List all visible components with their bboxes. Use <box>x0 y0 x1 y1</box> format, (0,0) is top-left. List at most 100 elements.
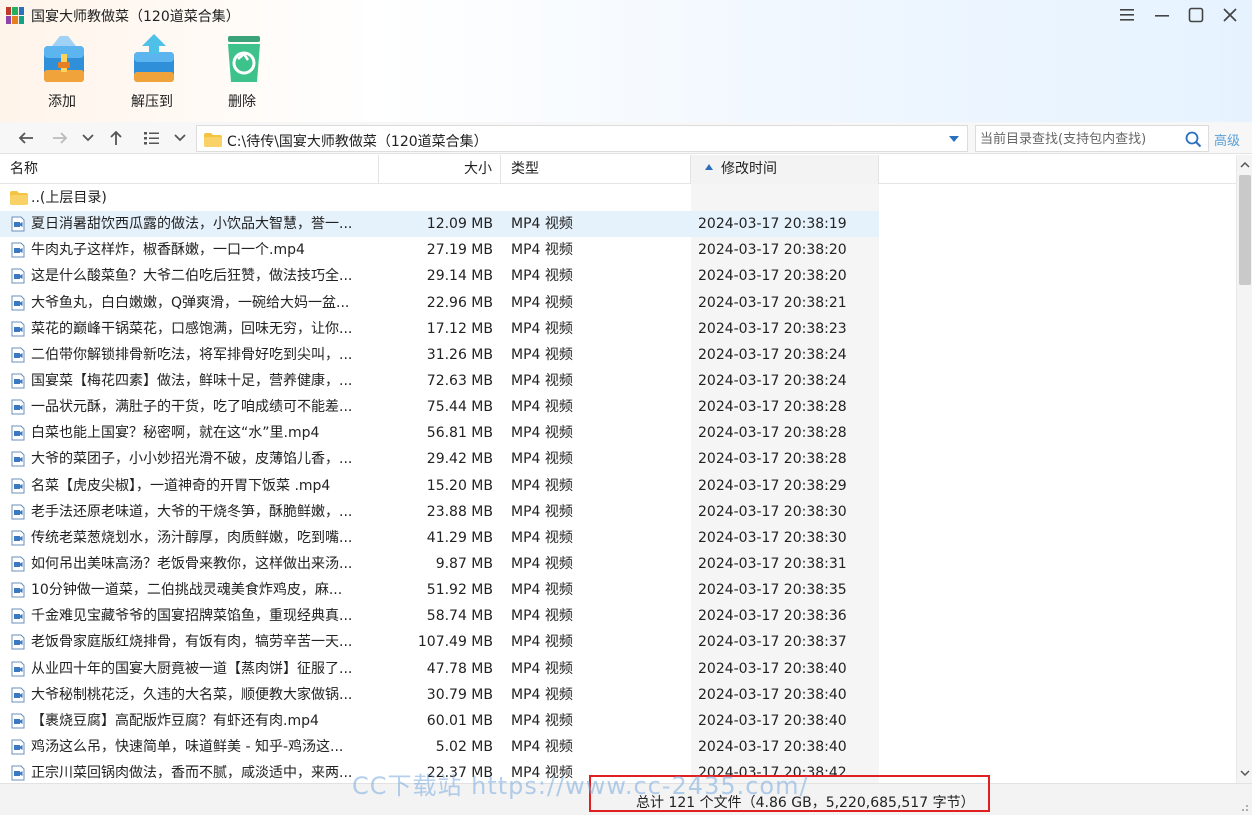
file-mtime: 2024-03-17 20:38:23 <box>698 320 847 337</box>
file-row[interactable]: 从业四十年的国宴大厨竟被一道【蒸肉饼】征服了... 47.78 MB MP4 视频 2… <box>0 656 879 682</box>
column-header-mtime-label: 修改时间 <box>721 161 777 177</box>
scrollbar-thumb[interactable] <box>1239 175 1251 285</box>
column-header-size[interactable]: 大小 <box>379 155 501 184</box>
minimize-icon[interactable] <box>1148 2 1176 28</box>
file-type: MP4 视频 <box>511 294 573 311</box>
back-button[interactable] <box>14 126 38 150</box>
file-type: MP4 视频 <box>511 268 573 285</box>
file-mtime: 2024-03-17 20:38:28 <box>698 425 847 442</box>
file-row[interactable]: 二伯带你解锁排骨新吃法，将军排骨好吃到尖叫，... 31.26 MB MP4 视频 2… <box>0 342 879 368</box>
file-row[interactable]: 国宴菜【梅花四素】做法，鲜味十足，营养健康，... 72.63 MB MP4 视频 2… <box>0 368 879 394</box>
file-row[interactable]: 大爷鱼丸，白白嫩嫩，Q弹爽滑，一碗给大妈一盆... 22.96 MB MP4 视频 2… <box>0 290 879 316</box>
column-header-mtime[interactable]: 修改时间 <box>691 155 879 184</box>
sort-ascending-icon <box>705 164 713 170</box>
file-row[interactable]: 鸡汤这么吊，快速简单，味道鲜美 - 知乎-鸡汤这... 5.02 MB MP4 视频… <box>0 734 879 760</box>
file-name: 夏日消暑甜饮西瓜露的做法，小饮品大智慧，誉一... <box>31 216 353 233</box>
file-mtime: 2024-03-17 20:38:24 <box>698 346 847 363</box>
file-row[interactable]: 大爷秘制桃花泛，久违的大名菜，顺便教大家做锅... 30.79 MB MP4 视频 2… <box>0 682 879 708</box>
file-size: 27.19 MB <box>426 242 493 259</box>
file-type: MP4 视频 <box>511 738 573 755</box>
file-name: 10分钟做一道菜，二伯挑战灵魂美食炸鸡皮，麻... <box>31 582 343 599</box>
file-size: 5.02 MB <box>435 738 493 755</box>
video-file-icon <box>11 687 25 703</box>
video-file-icon <box>11 713 25 729</box>
file-row[interactable]: 千金难见宝藏爷爷的国宴招牌菜馅鱼，重现经典真... 58.74 MB MP4 视频 2… <box>0 603 879 629</box>
scroll-up-button[interactable] <box>1237 157 1252 173</box>
video-file-icon <box>11 451 25 467</box>
resize-grip-icon[interactable] <box>1239 802 1249 812</box>
file-row[interactable]: 牛肉丸子这样炸，椒香酥嫩，一口一个.mp4 27.19 MB MP4 视频 2024-… <box>0 237 879 263</box>
file-row[interactable]: 菜花的巅峰干锅菜花，口感饱满，回味无穷，让你... 17.12 MB MP4 视频 2… <box>0 316 879 342</box>
parent-directory-row[interactable]: ..(上层目录) <box>0 185 879 211</box>
caret-down-icon[interactable] <box>947 132 961 146</box>
search-icon[interactable] <box>1185 131 1202 148</box>
search-input[interactable] <box>980 129 1180 149</box>
file-mtime: 2024-03-17 20:38:28 <box>698 451 847 468</box>
chevron-down-icon <box>1240 770 1250 777</box>
file-row[interactable]: 老手法还原老味道，大爷的干烧冬笋，酥脆鲜嫩，... 23.88 MB MP4 视频 2… <box>0 499 879 525</box>
video-file-icon <box>11 216 25 232</box>
vertical-scrollbar[interactable] <box>1236 155 1252 783</box>
chevron-down-icon <box>82 134 94 142</box>
view-mode-dropdown[interactable] <box>170 126 190 150</box>
video-file-icon <box>11 556 25 572</box>
file-type: MP4 视频 <box>511 216 573 233</box>
scroll-down-button[interactable] <box>1237 765 1252 781</box>
column-header-name[interactable]: 名称 <box>0 155 379 184</box>
file-row[interactable]: 10分钟做一道菜，二伯挑战灵魂美食炸鸡皮，麻... 51.92 MB MP4 视频 2… <box>0 577 879 603</box>
file-row[interactable]: 一品状元酥，满肚子的干货，吃了咱成绩可不能差... 75.44 MB MP4 视频 2… <box>0 394 879 420</box>
file-name: 牛肉丸子这样炸，椒香酥嫩，一口一个.mp4 <box>31 242 305 259</box>
file-mtime: 2024-03-17 20:38:30 <box>698 529 847 546</box>
view-mode-button[interactable] <box>140 126 164 150</box>
file-type: MP4 视频 <box>511 503 573 520</box>
file-row[interactable]: 名菜【虎皮尖椒】，一道神奇的开胃下饭菜 .mp4 15.20 MB MP4 视频 20… <box>0 473 879 499</box>
file-size: 15.20 MB <box>426 477 493 494</box>
file-row[interactable]: 如何吊出美味高汤？老饭骨来教你，这样做出来汤... 9.87 MB MP4 视频 20… <box>0 551 879 577</box>
file-row[interactable]: 夏日消暑甜饮西瓜露的做法，小饮品大智慧，誉一... 12.09 MB MP4 视频 2… <box>0 211 879 238</box>
file-row[interactable]: 【裹烧豆腐】高配版炸豆腐？有虾还有肉.mp4 60.01 MB MP4 视频 2024… <box>0 708 879 734</box>
add-label: 添加 <box>48 94 76 110</box>
file-size: 72.63 MB <box>426 372 493 389</box>
video-file-icon <box>11 765 25 781</box>
menu-icon[interactable] <box>1113 2 1141 28</box>
file-row[interactable]: 传统老菜葱烧划水，汤汁醇厚，肉质鲜嫩，吃到嘴... 41.29 MB MP4 视频 2… <box>0 525 879 551</box>
file-name: 名菜【虎皮尖椒】，一道神奇的开胃下饭菜 .mp4 <box>31 477 331 494</box>
file-name: 白菜也能上国宴？秘密啊，就在这“水”里.mp4 <box>31 425 320 442</box>
file-mtime: 2024-03-17 20:38:20 <box>698 242 847 259</box>
address-bar[interactable]: C:\待传\国宴大师教做菜（120道菜合集） <box>196 125 968 152</box>
file-type: MP4 视频 <box>511 634 573 651</box>
file-size: 75.44 MB <box>426 399 493 416</box>
add-button[interactable]: 添加 <box>26 30 98 116</box>
forward-button[interactable] <box>48 126 72 150</box>
file-mtime: 2024-03-17 20:38:29 <box>698 477 847 494</box>
file-mtime: 2024-03-17 20:38:20 <box>698 268 847 285</box>
video-file-icon <box>11 399 25 415</box>
toolbar: 添加 解压到 删除 <box>0 30 400 120</box>
close-icon[interactable] <box>1216 2 1244 28</box>
file-type: MP4 视频 <box>511 608 573 625</box>
up-level-button[interactable] <box>104 126 128 150</box>
file-mtime: 2024-03-17 20:38:24 <box>698 372 847 389</box>
file-rows: ..(上层目录) 夏日消暑甜饮西瓜露的做法，小饮品大智慧，誉一... 12.09 … <box>0 185 1236 783</box>
file-row[interactable]: 老饭骨家庭版红烧排骨，有饭有肉，犒劳辛苦一天... 107.49 MB MP4 视频… <box>0 629 879 655</box>
maximize-icon[interactable] <box>1182 2 1210 28</box>
file-size: 12.09 MB <box>426 216 493 233</box>
extract-to-label: 解压到 <box>131 94 173 110</box>
history-dropdown-button[interactable] <box>78 126 98 150</box>
extract-to-button[interactable]: 解压到 <box>116 30 188 116</box>
file-type: MP4 视频 <box>511 582 573 599</box>
advanced-search-link[interactable]: 高级 <box>1214 130 1240 149</box>
chevron-up-icon <box>1240 161 1250 168</box>
file-mtime: 2024-03-17 20:38:37 <box>698 634 847 651</box>
file-type: MP4 视频 <box>511 242 573 259</box>
delete-button[interactable]: 删除 <box>206 30 278 116</box>
file-size: 56.81 MB <box>426 425 493 442</box>
file-row[interactable]: 大爷的菜团子，小小妙招光滑不破，皮薄馅儿香，... 29.42 MB MP4 视频 2… <box>0 446 879 472</box>
file-row[interactable]: 这是什么酸菜鱼？大爷二伯吃后狂赞，做法技巧全... 29.14 MB MP4 视频 2… <box>0 263 879 289</box>
file-row[interactable]: 白菜也能上国宴？秘密啊，就在这“水”里.mp4 56.81 MB MP4 视频 202… <box>0 420 879 446</box>
archive-add-icon <box>38 32 90 86</box>
column-header-type[interactable]: 类型 <box>501 155 691 184</box>
video-file-icon <box>11 582 25 598</box>
video-file-icon <box>11 504 25 520</box>
recycle-bin-icon <box>218 32 270 86</box>
